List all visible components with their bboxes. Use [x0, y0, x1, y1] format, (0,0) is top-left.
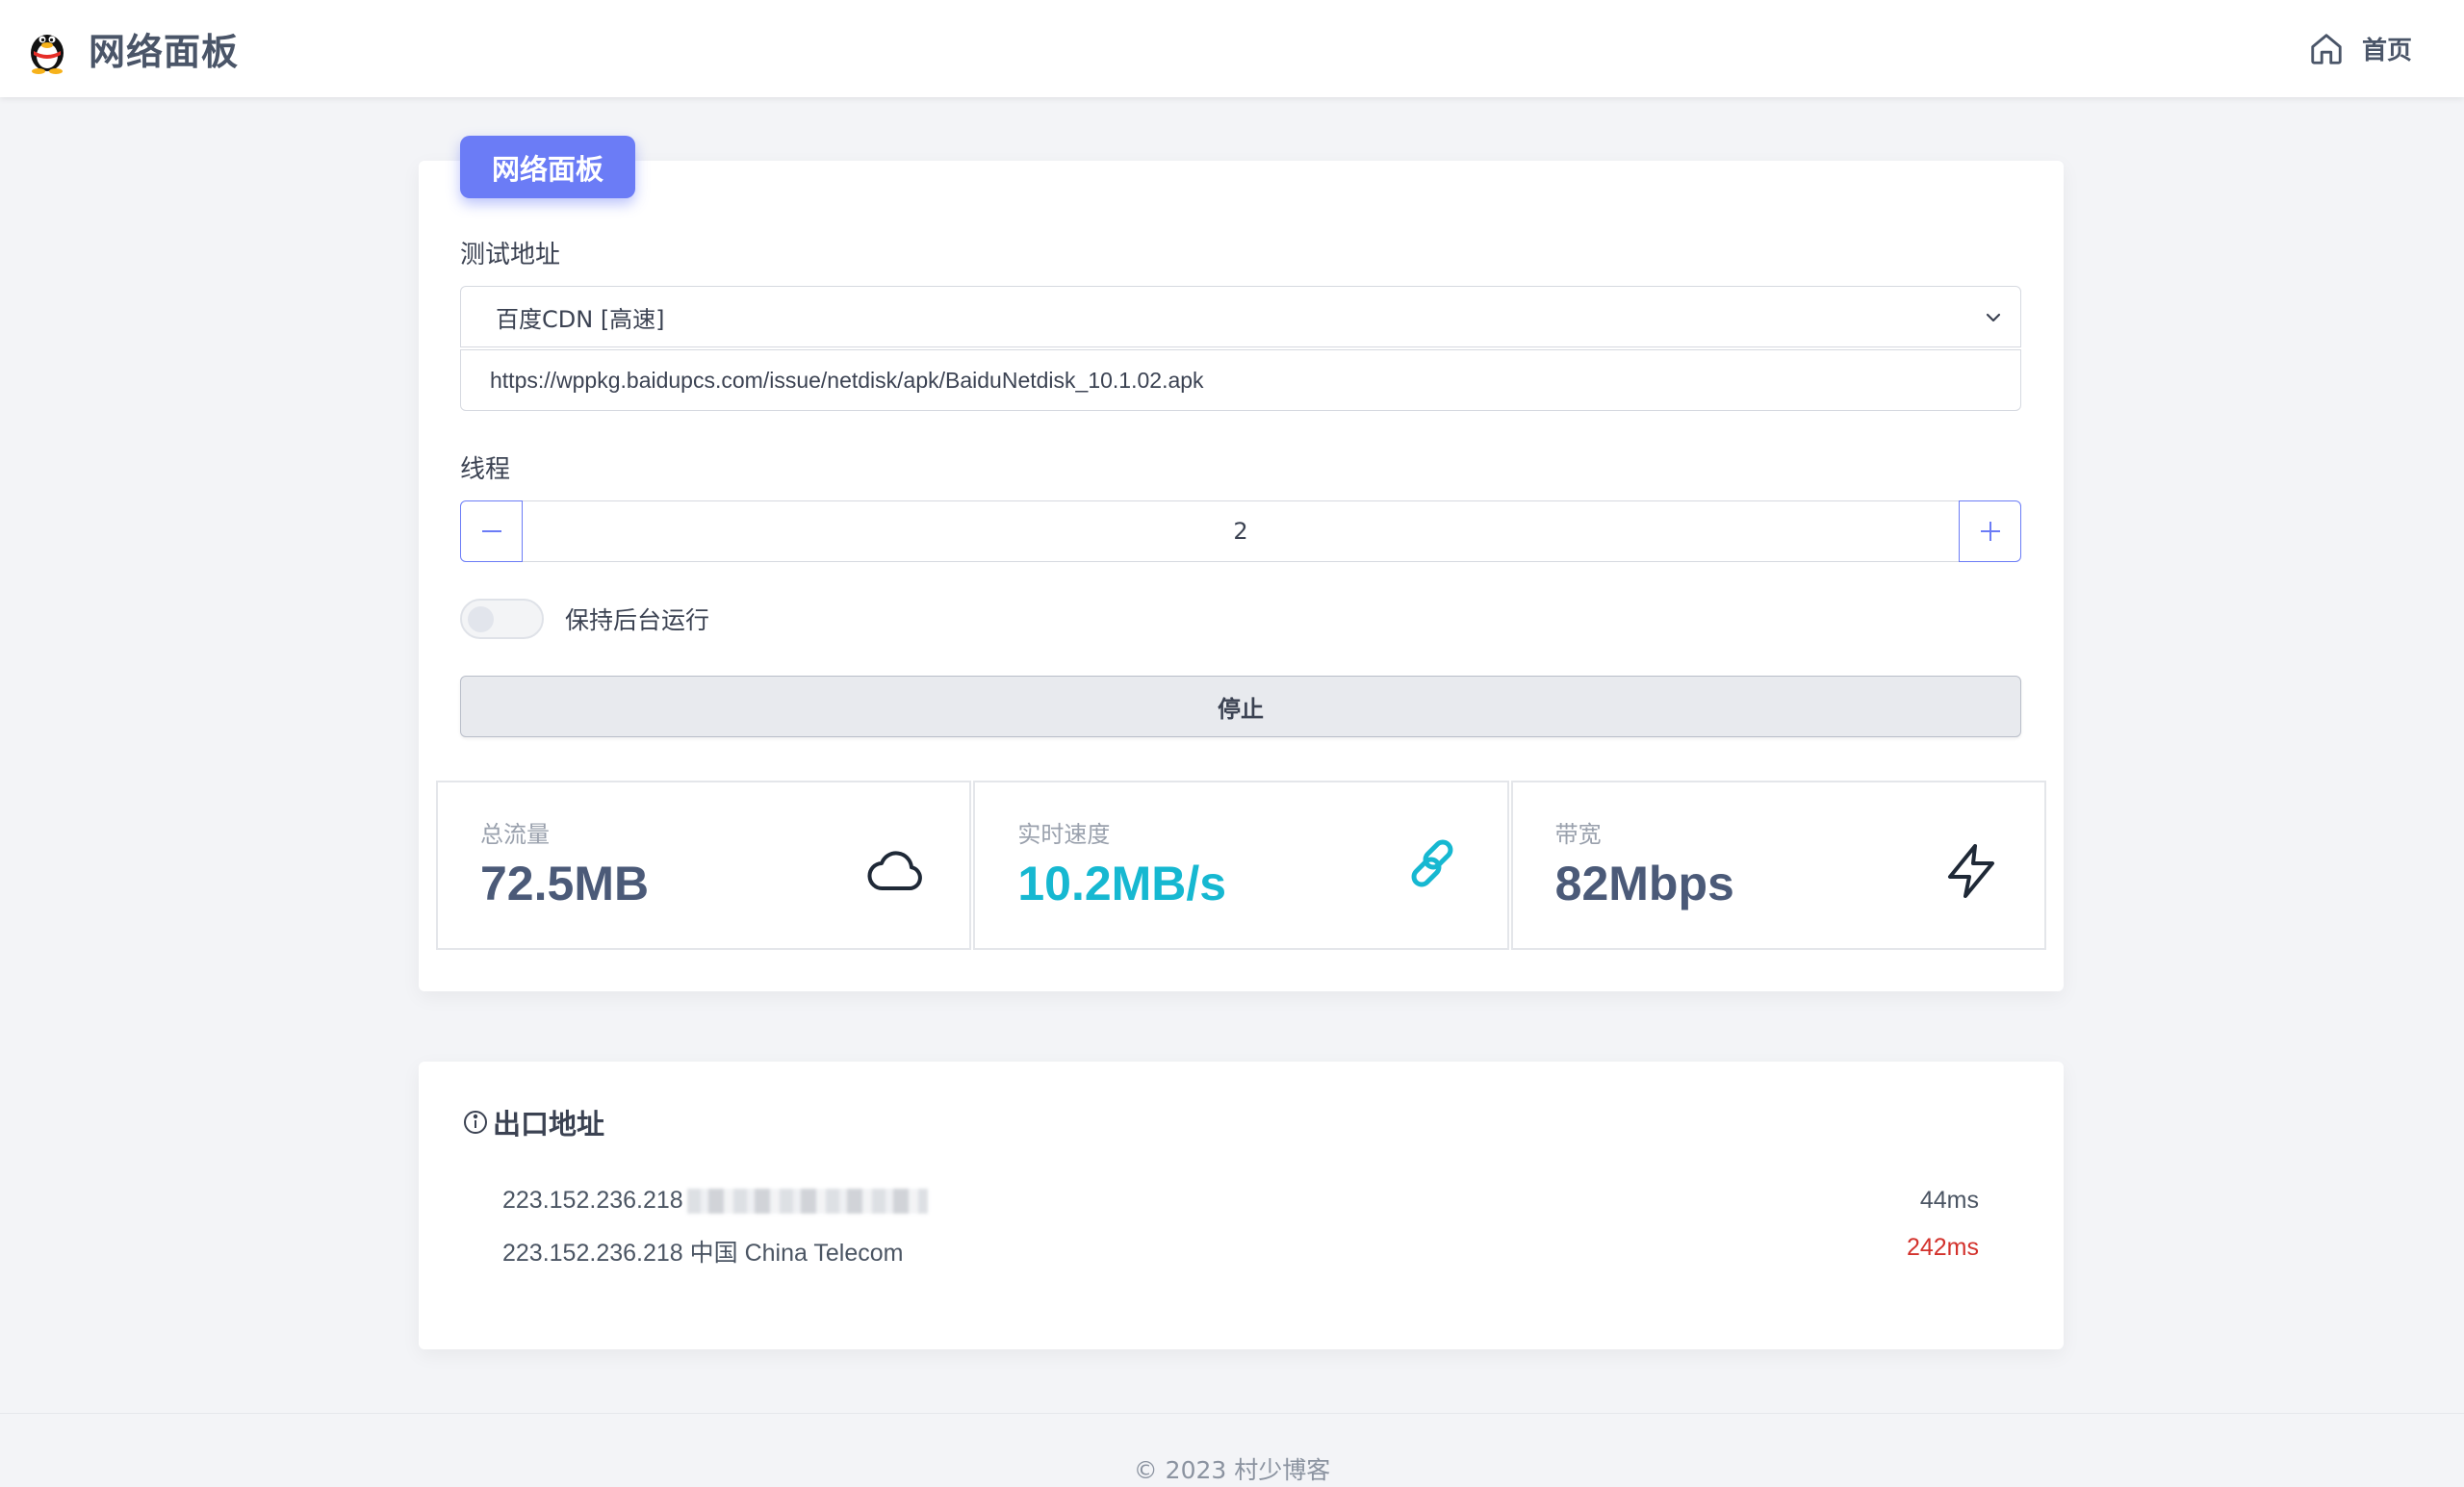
penguin-logo-icon: [31, 34, 64, 74]
exit-title-text: 出口地址: [493, 1108, 605, 1141]
exit-location: 中国 China Telecom: [689, 1240, 904, 1267]
exit-address: 223.152.236.218: [502, 1187, 928, 1215]
toggle-knob: [468, 606, 494, 632]
stat-label: 总流量: [480, 821, 550, 848]
link-icon: [1411, 839, 1453, 887]
brand[interactable]: 网络面板: [25, 22, 239, 75]
selected-source: 百度CDN [高速]: [496, 305, 665, 333]
exit-address-title: 出口地址: [462, 1102, 604, 1142]
threads-stepper: 2: [460, 500, 2021, 562]
home-link[interactable]: 首页: [2308, 31, 2412, 67]
home-icon: [2311, 33, 2342, 64]
keep-background-row: 保持后台运行: [460, 599, 709, 639]
test-address-label: 测试地址: [460, 241, 561, 269]
decrement-threads-button[interactable]: [460, 500, 523, 562]
stat-realtime-speed: 实时速度 10.2MB/s: [973, 781, 1509, 950]
stat-total-traffic: 总流量 72.5MB: [436, 781, 972, 950]
redacted-location: [686, 1189, 928, 1215]
stat-label: 带宽: [1554, 821, 1602, 848]
stats-row: 总流量 72.5MB 实时速度 10.2MB/s 带宽 82Mbps: [436, 781, 2046, 950]
home-label: 首页: [2361, 37, 2412, 65]
stat-label: 实时速度: [1017, 821, 1111, 848]
exit-ip: 223.152.236.218: [502, 1240, 683, 1267]
exit-row: 223.152.236.218 44ms: [502, 1187, 1979, 1215]
footer-divider: [0, 1413, 2464, 1414]
stat-value: 10.2MB/s: [1017, 857, 1227, 910]
footer-copyright: © 2023 村少博客: [1133, 1456, 1331, 1484]
exit-latency: 242ms: [1906, 1234, 1979, 1261]
test-source-select[interactable]: 百度CDN [高速]: [460, 286, 2021, 347]
stat-bandwidth: 带宽 82Mbps: [1510, 781, 2046, 950]
info-icon: [464, 1111, 487, 1134]
plus-icon: [1980, 522, 2000, 541]
cloud-icon: [867, 851, 923, 891]
chevron-down-icon: [1986, 313, 2001, 322]
stat-value: 72.5MB: [480, 857, 650, 910]
test-url-input[interactable]: [460, 349, 2021, 411]
top-header: 网络面板 首页: [0, 0, 2464, 97]
keep-background-toggle[interactable]: [460, 599, 544, 639]
stop-button[interactable]: 停止: [460, 676, 2021, 737]
exit-ip: 223.152.236.218: [502, 1187, 683, 1214]
app-title: 网络面板: [89, 31, 240, 73]
exit-address: 223.152.236.218 中国 China Telecom: [502, 1234, 904, 1269]
stat-value: 82Mbps: [1554, 857, 1734, 910]
exit-row: 223.152.236.218 中国 China Telecom 242ms: [502, 1234, 1979, 1269]
panel-badge: 网络面板: [460, 136, 635, 198]
minus-icon: [481, 530, 501, 532]
increment-threads-button[interactable]: [1959, 500, 2021, 562]
lightning-icon: [1947, 844, 1994, 898]
threads-value[interactable]: 2: [523, 500, 1959, 562]
threads-label: 线程: [460, 455, 511, 484]
keep-background-label: 保持后台运行: [565, 606, 710, 634]
exit-latency: 44ms: [1919, 1187, 1979, 1214]
